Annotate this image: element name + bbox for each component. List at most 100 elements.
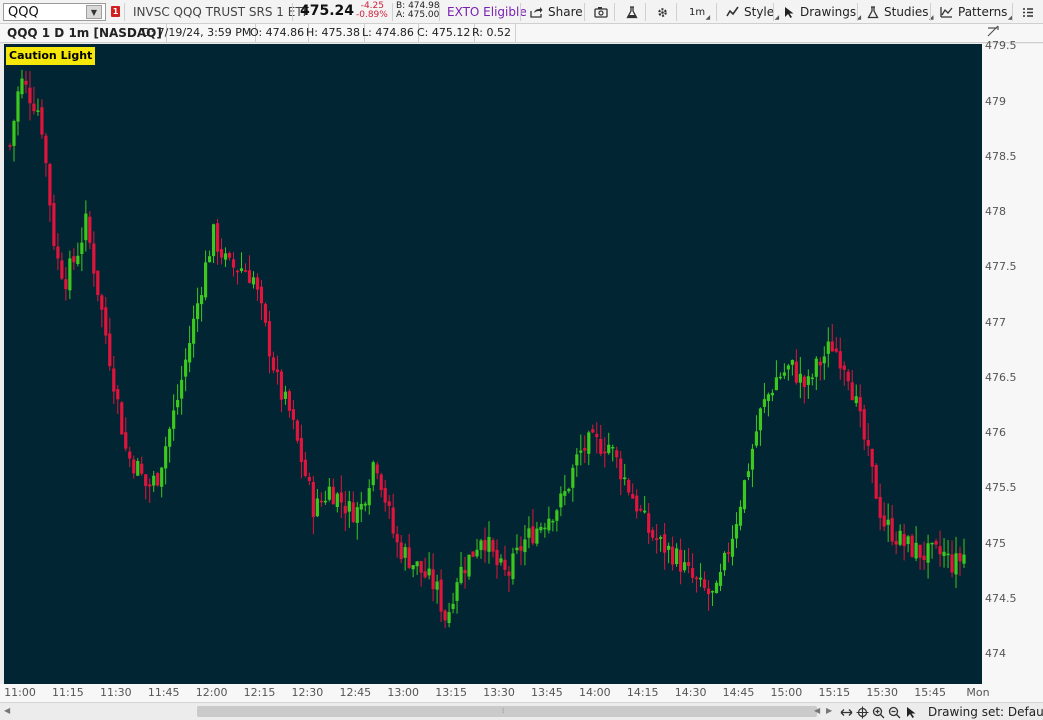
candle-down [72,248,76,271]
toolbar-divider [439,3,440,21]
candle-body [647,513,651,533]
candle-up [722,551,727,576]
settings-button[interactable] [652,0,673,24]
scrollbar-thumb[interactable] [197,706,817,717]
candle-down [503,545,507,576]
candle-body [371,462,375,486]
share-button[interactable]: Share [526,0,587,24]
snapshot-button[interactable] [590,0,612,24]
candle-up [734,512,739,549]
candle-body [918,544,922,558]
candle-up [730,525,735,566]
studies-button[interactable]: Studies ◢ [863,0,934,24]
time-tick-label: 14:30 [674,686,707,699]
candle-up [750,444,755,488]
candle-up [327,477,331,502]
candle-body [854,396,858,404]
alert-badge[interactable]: 1 [111,6,120,17]
cursor-arrow-icon[interactable] [905,706,918,719]
time-tick-label: 14:15 [626,686,659,699]
candle-body [395,534,399,543]
symbol-input[interactable] [4,4,86,20]
candle-up [774,360,778,391]
candle-body [327,486,331,500]
patterns-button[interactable]: Patterns ◢ [936,0,1012,24]
candle-body [806,376,810,385]
candle-body [762,399,767,407]
exto-eligible-link[interactable]: EXTO Eligible [447,5,527,19]
candle-body [531,526,535,544]
zoom-in-icon[interactable] [872,706,885,719]
candle-body [108,333,112,367]
candle-body [128,451,132,459]
candle-body [84,213,88,241]
scroll-left-icon[interactable]: ◀ [4,706,10,715]
time-axis[interactable]: 11:00 11:15 11:30 11:45 12:00 12:15 12:30 12:45… [0,684,1043,702]
horizontal-scrollbar[interactable]: ◀ ⁞ ◀ ▶ [2,706,832,717]
candle-body [886,519,890,525]
candle-down [491,537,495,558]
price-tick-label: 475 [985,536,1006,550]
candle-body [559,493,563,508]
candle-body [156,473,160,486]
candle-down [407,533,411,570]
candle-body [172,410,176,429]
candle-up [667,542,671,564]
candle-body [196,303,200,320]
candle-down [507,566,511,593]
candle-up [754,415,759,448]
candle-down [247,255,252,284]
candle-down [431,553,435,602]
candle-body [778,376,782,379]
menu-button[interactable] [1018,0,1038,24]
aggregation-selector[interactable]: 1m ◢ [685,0,710,24]
candle-body [575,454,579,466]
candlestick-chart [8,69,966,629]
zoom-out-icon[interactable] [888,706,901,719]
price-axis[interactable]: 479.5 479 478.5 478 477.5 477 476.5 476 475.5 475… [982,39,1043,684]
candle-body [8,145,12,147]
candle-up [196,287,200,332]
candle-up [571,464,575,502]
symbol-selector[interactable]: ▼ [3,3,106,21]
candle-body [92,243,96,274]
candle-up [415,560,419,576]
scroll-right-icon[interactable]: ▶ [826,706,832,715]
flask-button[interactable] [622,0,642,24]
candle-up [427,552,431,580]
candle-body [419,561,423,573]
candle-down [918,544,922,570]
candle-body [283,391,288,399]
crosshair-icon[interactable] [856,706,869,719]
candle-up [184,348,188,392]
candle-body [247,270,252,283]
style-button[interactable]: Style ◢ [722,0,779,24]
candle-body [227,252,232,258]
candle-body [152,475,156,486]
candle-up [643,496,647,514]
candle-body [471,551,475,557]
candle-up [770,389,775,402]
candle-up [535,521,539,547]
studies-label: Studies [884,5,929,19]
candle-down [423,557,427,579]
candle-body [491,540,495,552]
chart-plot-area[interactable] [4,44,982,684]
candle-up [467,554,471,580]
candle-up [822,346,826,380]
drawing-set-label[interactable]: Drawing set: Default [928,705,1043,719]
candle-up [746,463,751,481]
drawings-button[interactable]: Drawings ◢ [780,0,861,24]
horizontal-resize-icon[interactable] [840,706,853,719]
candle-body [866,439,870,446]
candle-body [40,107,44,135]
expand-chart-icon[interactable] [987,25,999,37]
candle-down [219,238,224,265]
candle-body [874,464,878,499]
scroll-left-icon[interactable]: ◀ [814,706,820,715]
time-tick-label: 12:30 [291,686,324,699]
symbol-dropdown-icon[interactable]: ▼ [86,5,102,19]
candle-down [702,571,707,591]
candle-down [706,580,711,611]
candle-body [758,408,763,431]
